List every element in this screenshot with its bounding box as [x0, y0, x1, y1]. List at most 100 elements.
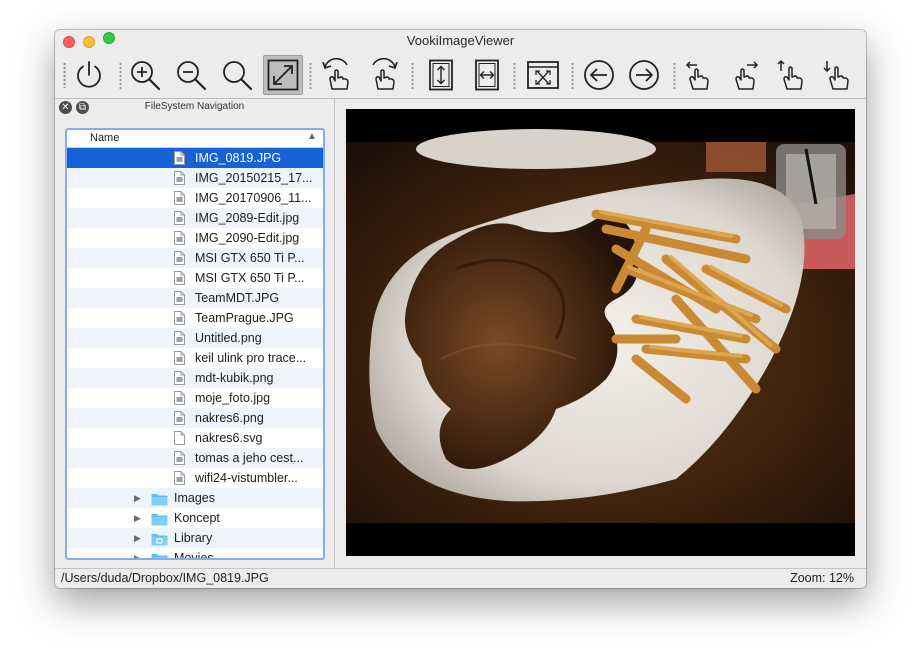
image-viewer[interactable] — [335, 99, 866, 568]
rotate-right-hand-icon — [372, 58, 398, 90]
column-name-header[interactable]: Name — [90, 132, 119, 144]
window-title: VookiImageViewer — [406, 33, 515, 48]
flip-vertical-button[interactable] — [421, 55, 461, 95]
folder-name: Library — [174, 531, 213, 545]
window-zoom-button[interactable] — [103, 32, 115, 44]
document-file-icon — [174, 431, 185, 445]
fullscreen-button[interactable] — [523, 55, 563, 95]
toolbar-grip[interactable] — [63, 62, 66, 88]
rotate-right-button[interactable] — [363, 55, 403, 95]
power-button[interactable] — [69, 55, 109, 95]
image-file-icon — [174, 371, 185, 385]
toolbar-separator — [119, 62, 122, 90]
folder-row[interactable]: ▶ Koncept — [67, 508, 323, 528]
gesture-swipe-down-button[interactable] — [817, 55, 857, 95]
sort-ascending-icon[interactable]: ▲ — [307, 131, 317, 142]
zoom-in-button[interactable] — [125, 55, 165, 95]
magnifier-icon — [223, 61, 253, 91]
hand-swipe-up-icon — [777, 59, 803, 90]
file-name: Untitled.png — [195, 331, 262, 345]
image-file-icon — [174, 391, 185, 405]
folder-icon — [151, 492, 168, 506]
zoom-reset-button[interactable] — [217, 55, 257, 95]
image-file-icon — [174, 331, 185, 345]
fit-to-window-button[interactable] — [263, 55, 303, 95]
disclosure-triangle-icon[interactable]: ▶ — [134, 488, 141, 508]
file-row[interactable]: TeamMDT.JPG — [67, 288, 323, 308]
file-row[interactable]: wifi24-vistumbler... — [67, 468, 323, 488]
file-name: nakres6.png — [195, 411, 264, 425]
image-file-icon — [174, 451, 185, 465]
file-name: MSI GTX 650 Ti P... — [195, 251, 305, 265]
file-row[interactable]: keil ulink pro trace... — [67, 348, 323, 368]
image-file-icon — [174, 351, 185, 365]
file-name: TeamPrague.JPG — [195, 311, 294, 325]
app-window: VookiImageViewer ✕ ⧉ FileSystem Navigati… — [55, 30, 866, 588]
image-file-icon — [174, 471, 185, 485]
window-minimize-button[interactable] — [83, 36, 95, 48]
file-row[interactable]: nakres6.png — [67, 408, 323, 428]
file-row[interactable]: tomas a jeho cest... — [67, 448, 323, 468]
library-folder-icon — [151, 532, 168, 546]
disclosure-triangle-icon[interactable]: ▶ — [134, 548, 141, 558]
hand-swipe-left-icon — [685, 61, 709, 90]
folder-row[interactable]: ▶ Library — [67, 528, 323, 548]
file-name: nakres6.svg — [195, 431, 263, 445]
file-name: keil ulink pro trace... — [195, 351, 307, 365]
folder-row[interactable]: ▶ Movies — [67, 548, 323, 558]
file-row[interactable]: MSI GTX 650 Ti P... — [67, 268, 323, 288]
arrow-left-circle-icon — [584, 60, 614, 90]
file-name: MSI GTX 650 Ti P... — [195, 271, 305, 285]
gesture-swipe-up-button[interactable] — [771, 55, 811, 95]
file-row[interactable]: IMG_2089-Edit.jpg — [67, 208, 323, 228]
file-row[interactable]: TeamPrague.JPG — [67, 308, 323, 328]
file-row[interactable]: mdt-kubik.png — [67, 368, 323, 388]
toolbar-separator — [673, 62, 676, 90]
toolbar-separator — [513, 62, 516, 90]
image-file-icon — [174, 311, 185, 325]
disclosure-triangle-icon[interactable]: ▶ — [134, 508, 141, 528]
folder-name: Images — [174, 491, 215, 505]
file-name: IMG_2089-Edit.jpg — [195, 211, 300, 225]
image-file-icon — [174, 191, 185, 205]
zoom-out-button[interactable] — [171, 55, 211, 95]
file-row[interactable]: IMG_20170906_11... — [67, 188, 323, 208]
image-file-icon — [174, 411, 185, 425]
file-row[interactable]: moje_foto.jpg — [67, 388, 323, 408]
toolbar-separator — [309, 62, 312, 90]
gesture-swipe-left-button[interactable] — [679, 55, 719, 95]
displayed-image[interactable] — [346, 109, 855, 556]
photo-steak-and-fries — [346, 109, 855, 556]
window-close-button[interactable] — [63, 36, 75, 48]
zoom-in-icon — [131, 61, 161, 91]
folder-row[interactable]: ▶ Images — [67, 488, 323, 508]
disclosure-triangle-icon[interactable]: ▶ — [134, 528, 141, 548]
file-row[interactable]: IMG_20150215_17... — [67, 168, 323, 188]
hand-swipe-down-icon — [823, 61, 849, 90]
file-name: moje_foto.jpg — [195, 391, 271, 405]
panel-title: FileSystem Navigation — [144, 101, 245, 112]
folder-name: Movies — [174, 551, 214, 558]
arrow-right-circle-icon — [629, 60, 659, 90]
image-file-icon — [174, 251, 185, 265]
file-row[interactable]: nakres6.svg — [67, 428, 323, 448]
file-name: IMG_0819.JPG — [195, 151, 282, 165]
zoom-out-icon — [177, 61, 207, 91]
file-row[interactable]: MSI GTX 650 Ti P... — [67, 248, 323, 268]
file-name: TeamMDT.JPG — [195, 291, 280, 305]
file-name: IMG_20150215_17... — [195, 171, 313, 185]
status-bar: /Users/duda/Dropbox/IMG_0819.JPG Zoom: 1… — [55, 568, 866, 588]
file-name: IMG_2090-Edit.jpg — [195, 231, 300, 245]
flip-horizontal-button[interactable] — [467, 55, 507, 95]
file-tree[interactable]: Name ▲ IMG_0819.JPG IMG_20150215_17... IMG… — [65, 128, 325, 560]
rotate-left-button[interactable] — [317, 55, 357, 95]
gesture-swipe-right-button[interactable] — [725, 55, 765, 95]
toolbar — [55, 52, 866, 99]
previous-image-button[interactable] — [579, 55, 619, 95]
file-row[interactable]: IMG_0819.JPG — [67, 148, 323, 168]
title-bar[interactable]: VookiImageViewer — [55, 30, 866, 52]
tree-column-header[interactable]: Name ▲ — [67, 130, 323, 148]
file-row[interactable]: IMG_2090-Edit.jpg — [67, 228, 323, 248]
file-row[interactable]: Untitled.png — [67, 328, 323, 348]
next-image-button[interactable] — [624, 55, 664, 95]
